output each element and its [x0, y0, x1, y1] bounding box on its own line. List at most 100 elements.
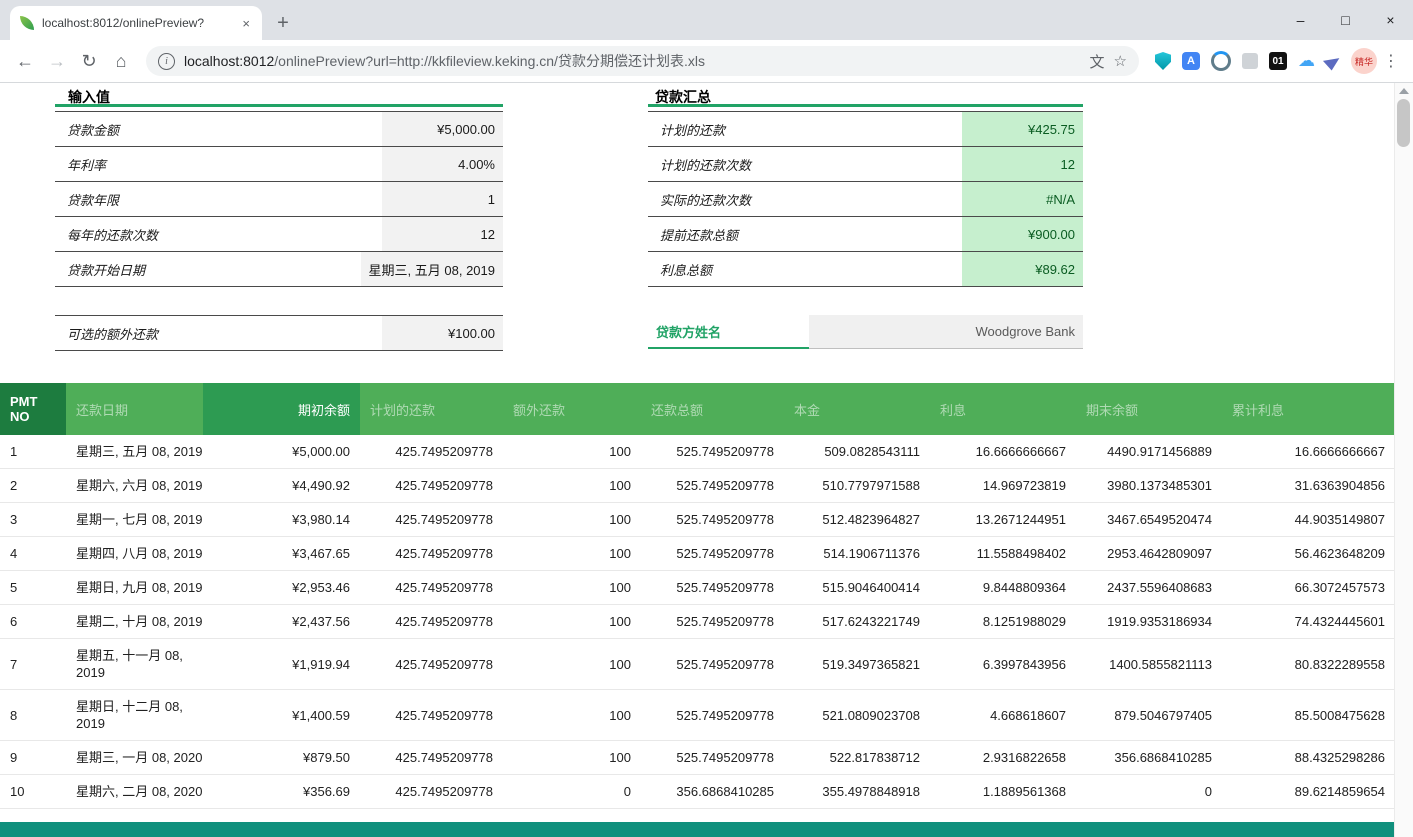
header-payment-date: 还款日期 [66, 383, 203, 435]
swallow-ext-icon[interactable] [1323, 51, 1342, 70]
cell-beginning-balance: ¥356.69 [203, 775, 360, 809]
form-label: 可选的额外还款 [55, 316, 382, 350]
minimize-button[interactable]: – [1278, 12, 1323, 28]
cell-total-payment: 525.7495209778 [641, 537, 784, 571]
menu-kebab-icon[interactable]: ⋮ [1379, 51, 1403, 71]
input-section-underline [55, 104, 503, 107]
header-interest: 利息 [930, 383, 1076, 435]
form-label: 计划的还款 [648, 112, 962, 146]
cell-pmt-no: 3 [0, 503, 66, 537]
translate-ext-icon[interactable]: A [1182, 52, 1200, 70]
cell-pmt-no: 6 [0, 605, 66, 639]
circle-ext-icon[interactable] [1211, 51, 1231, 71]
cell-cumulative-interest: 85.5008475628 [1222, 690, 1395, 741]
cell-beginning-balance: ¥1,400.59 [203, 690, 360, 741]
home-icon[interactable]: ⌂ [106, 46, 136, 76]
profile-avatar[interactable]: 精华 [1351, 48, 1377, 74]
new-tab-button[interactable]: + [270, 10, 296, 36]
form-row: 贷款年限 1 [55, 182, 503, 217]
scrollbar-thumb[interactable] [1397, 99, 1410, 147]
cell-total-payment: 356.6868410285 [641, 775, 784, 809]
cell-interest: 6.3997843956 [930, 639, 1076, 690]
anchor-ext-icon[interactable] [1242, 53, 1258, 69]
cell-principal: 522.817838712 [784, 741, 930, 775]
cell-ending-balance: 879.5046797405 [1076, 690, 1222, 741]
form-row: 贷款开始日期 星期三, 五月 08, 2019 [55, 252, 503, 287]
reload-icon[interactable]: ↻ [74, 46, 104, 76]
cell-interest: 2.9316822658 [930, 741, 1076, 775]
cell-beginning-balance: ¥4,490.92 [203, 469, 360, 503]
scroll-up-icon[interactable] [1399, 88, 1409, 94]
vertical-scrollbar[interactable] [1394, 83, 1413, 837]
cell-interest: 16.6666666667 [930, 435, 1076, 469]
url-host: localhost:8012 [184, 53, 274, 69]
forward-icon[interactable]: → [42, 46, 72, 76]
translate-icon[interactable]: 文 [1090, 51, 1105, 72]
schedule-row: 3 星期一, 七月 08, 2019 ¥3,980.14 425.7495209… [0, 503, 1395, 537]
cell-interest: 8.1251988029 [930, 605, 1076, 639]
cell-payment-date: 星期三, 一月 08, 2020 [66, 741, 203, 775]
cell-scheduled-payment: 425.7495209778 [360, 775, 503, 809]
address-bar[interactable]: i localhost:8012/onlinePreview?url=http:… [146, 46, 1139, 76]
cell-principal: 515.9046400414 [784, 571, 930, 605]
kkfileview-favicon-icon [20, 16, 34, 30]
form-value: 12 [962, 147, 1083, 181]
form-value: 1 [382, 182, 503, 216]
schedule-row: 5 星期日, 九月 08, 2019 ¥2,953.46 425.7495209… [0, 571, 1395, 605]
site-info-icon[interactable]: i [158, 53, 175, 70]
schedule-row: 1 星期三, 五月 08, 2019 ¥5,000.00 425.7495209… [0, 435, 1395, 469]
tab-close-icon[interactable]: × [240, 16, 252, 31]
cell-payment-date: 星期二, 十月 08, 2019 [66, 605, 203, 639]
cell-total-payment: 525.7495209778 [641, 690, 784, 741]
cell-payment-date: 星期六, 二月 08, 2020 [66, 775, 203, 809]
lender-row: 贷款方姓名 Woodgrove Bank [648, 315, 1083, 349]
form-value: 4.00% [382, 147, 503, 181]
cell-total-payment: 525.7495209778 [641, 741, 784, 775]
header-principal: 本金 [784, 383, 930, 435]
form-value: 12 [382, 217, 503, 251]
cell-scheduled-payment: 425.7495209778 [360, 503, 503, 537]
tab-title: localhost:8012/onlinePreview? [42, 16, 232, 30]
cloud-ext-icon[interactable]: ☁ [1298, 51, 1315, 71]
form-row: 计划的还款次数 12 [648, 147, 1083, 182]
cell-extra-payment: 100 [503, 469, 641, 503]
extra-payment-row: 可选的额外还款 ¥100.00 [55, 315, 503, 351]
browser-navbar: ← → ↻ ⌂ i localhost:8012/onlinePreview?u… [0, 40, 1413, 83]
cell-interest: 1.1889561368 [930, 775, 1076, 809]
cell-principal: 521.0809023708 [784, 690, 930, 741]
cell-interest: 4.668618607 [930, 690, 1076, 741]
cell-ending-balance: 4490.9171456889 [1076, 435, 1222, 469]
form-value: ¥89.62 [962, 252, 1083, 286]
cell-principal: 512.4823964827 [784, 503, 930, 537]
form-row: 利息总额 ¥89.62 [648, 252, 1083, 287]
bookmark-star-icon[interactable]: ☆ [1114, 52, 1127, 70]
form-label: 贷款年限 [55, 182, 382, 216]
sheet-bottom-bar [0, 822, 1395, 837]
cell-pmt-no: 1 [0, 435, 66, 469]
back-icon[interactable]: ← [10, 46, 40, 76]
cell-scheduled-payment: 425.7495209778 [360, 605, 503, 639]
url-text[interactable]: localhost:8012/onlinePreview?url=http://… [184, 51, 1081, 71]
cell-pmt-no: 5 [0, 571, 66, 605]
cell-scheduled-payment: 425.7495209778 [360, 537, 503, 571]
cell-ending-balance: 1400.5855821113 [1076, 639, 1222, 690]
form-row: 实际的还款次数 #N/A [648, 182, 1083, 217]
cell-principal: 510.7797971588 [784, 469, 930, 503]
cell-principal: 517.6243221749 [784, 605, 930, 639]
header-total-payment: 还款总额 [641, 383, 784, 435]
form-label: 计划的还款次数 [648, 147, 962, 181]
form-row: 贷款方姓名 Woodgrove Bank [648, 315, 1083, 349]
summary-section-underline [648, 104, 1083, 107]
url-path: /onlinePreview?url=http://kkfileview.kek… [274, 53, 705, 69]
browser-tab[interactable]: localhost:8012/onlinePreview? × [10, 6, 262, 40]
cell-extra-payment: 100 [503, 741, 641, 775]
close-button[interactable]: × [1368, 12, 1413, 28]
cell-scheduled-payment: 425.7495209778 [360, 469, 503, 503]
browser-window: localhost:8012/onlinePreview? × + – □ × … [0, 0, 1413, 837]
cell-beginning-balance: ¥3,467.65 [203, 537, 360, 571]
cell-scheduled-payment: 425.7495209778 [360, 639, 503, 690]
cell-scheduled-payment: 425.7495209778 [360, 571, 503, 605]
maximize-button[interactable]: □ [1323, 12, 1368, 28]
shield-ext-icon[interactable] [1155, 52, 1171, 70]
badge-01-ext-icon[interactable]: 01 [1269, 52, 1287, 70]
